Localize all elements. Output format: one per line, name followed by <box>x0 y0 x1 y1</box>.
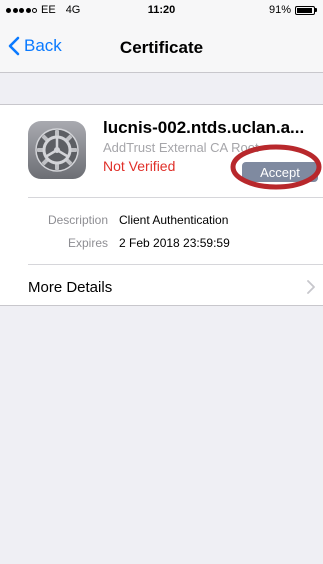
settings-gear-icon <box>28 121 86 179</box>
accept-button[interactable]: Accept <box>242 162 318 182</box>
status-right: 91% <box>269 4 317 16</box>
certificate-issuer: AddTrust External CA Root <box>103 140 259 155</box>
certificate-card: lucnis-002.ntds.uclan.a... AddTrust Exte… <box>0 104 323 306</box>
description-label: Description <box>47 213 108 227</box>
battery-percent: 91% <box>268 4 291 16</box>
page-title: Certificate <box>119 38 204 57</box>
navigation-bar: Back Certificate <box>0 20 323 73</box>
expires-label: Expires <box>67 236 108 250</box>
battery-fill <box>297 7 312 13</box>
verification-status: Not Verified <box>103 158 176 174</box>
battery-icon <box>295 5 315 15</box>
detail-row-description: Description Client Authentication <box>0 213 323 231</box>
status-bar: EE 4G 11:20 91% <box>0 0 323 20</box>
more-details-label: More Details <box>28 279 113 296</box>
chevron-right-icon <box>307 280 315 294</box>
detail-row-expires: Expires 2 Feb 2018 23:59:59 <box>0 236 323 254</box>
more-details-row[interactable]: More Details <box>0 265 323 307</box>
description-value: Client Authentication <box>119 213 229 227</box>
divider <box>28 197 323 198</box>
expires-value: 2 Feb 2018 23:59:59 <box>119 236 230 250</box>
battery-cap <box>315 8 317 12</box>
screen: EE 4G 11:20 91% Back Certificate lucnis-… <box>0 0 323 564</box>
certificate-name: lucnis-002.ntds.uclan.a... <box>103 118 305 137</box>
